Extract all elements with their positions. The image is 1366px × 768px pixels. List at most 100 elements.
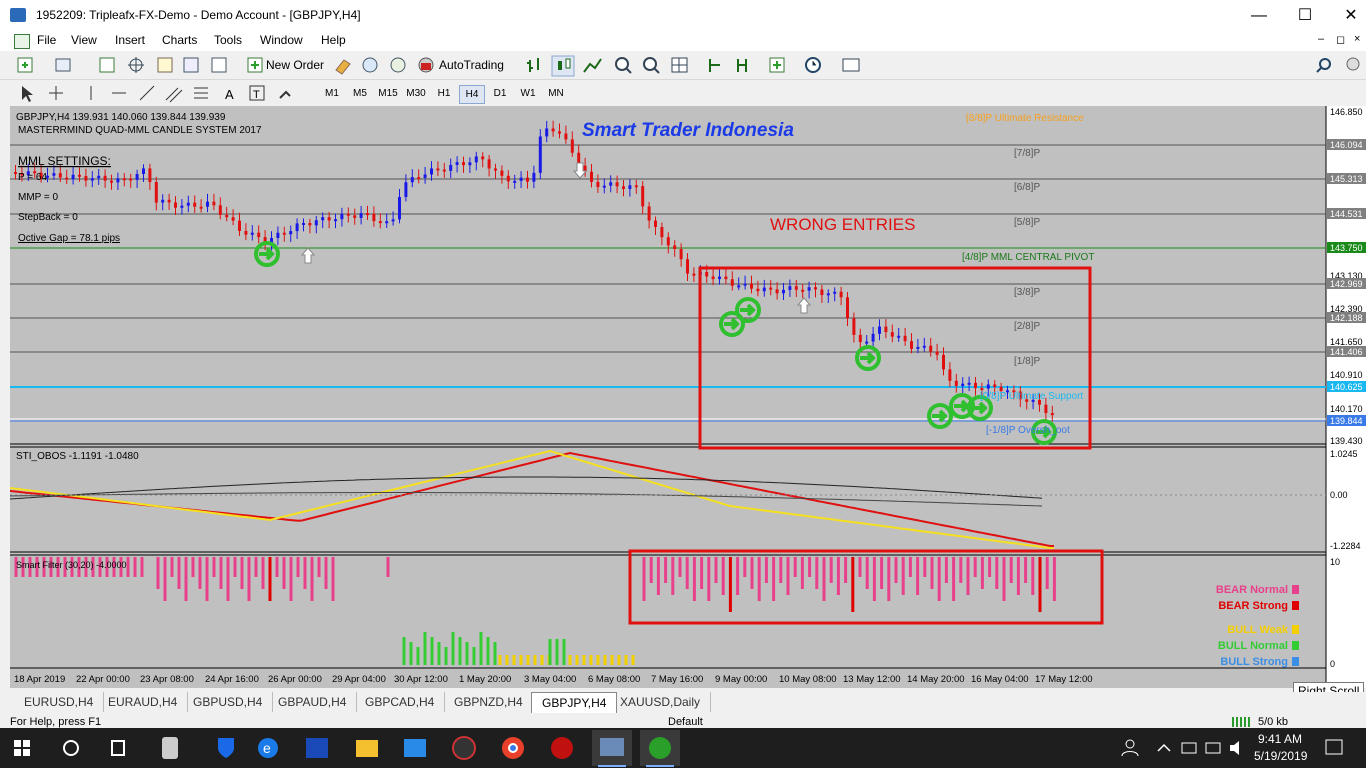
- zoom-in-icon[interactable]: [615, 57, 632, 74]
- crosshair-icon[interactable]: [128, 57, 144, 73]
- menu-tools[interactable]: Tools: [214, 33, 242, 47]
- setting-stepback: StepBack = 0: [18, 212, 78, 223]
- edge-browser-icon[interactable]: e: [258, 738, 278, 758]
- zoom-out-icon[interactable]: [643, 57, 660, 74]
- maximize-button[interactable]: ☐: [1282, 0, 1328, 31]
- signals-icon[interactable]: [362, 57, 378, 73]
- new-order-button[interactable]: New Order: [266, 57, 324, 73]
- candle-body: [711, 276, 715, 280]
- notification-icon[interactable]: [1325, 739, 1343, 755]
- channel-icon[interactable]: [165, 87, 183, 103]
- mdi-close-button[interactable]: ×: [1354, 33, 1360, 45]
- metaeditor-icon[interactable]: [335, 59, 351, 75]
- timeframe-w1[interactable]: W1: [516, 85, 540, 102]
- candle-body: [391, 219, 395, 222]
- search-icon[interactable]: [1316, 58, 1331, 73]
- text-label-icon[interactable]: T: [249, 85, 265, 101]
- templates-icon[interactable]: [842, 58, 860, 72]
- chrome-browser-icon[interactable]: [502, 737, 524, 759]
- chart-canvas[interactable]: GBPJPY,H4 139.931 140.060 139.844 139.93…: [9, 106, 1366, 688]
- mdi-minimize-button[interactable]: –: [1318, 33, 1324, 45]
- timeframe-m30[interactable]: M30: [404, 85, 428, 102]
- timeframe-m5[interactable]: M5: [348, 85, 372, 102]
- battery-icon[interactable]: [1205, 742, 1221, 754]
- cortana-search-icon[interactable]: [63, 740, 79, 756]
- app-icon-screen[interactable]: [404, 739, 426, 757]
- periods-icon[interactable]: [805, 57, 821, 73]
- indicators-icon[interactable]: [769, 57, 785, 73]
- close-button[interactable]: ✕: [1328, 0, 1366, 31]
- candle-body: [282, 232, 286, 235]
- terminal-icon[interactable]: [183, 57, 199, 73]
- auto-scroll-icon[interactable]: [737, 59, 747, 72]
- navigator-icon[interactable]: [157, 57, 173, 73]
- clock-time[interactable]: 9:41 AM: [1258, 732, 1302, 746]
- candle-body: [193, 202, 197, 207]
- people-icon[interactable]: [1121, 739, 1139, 757]
- menu-help[interactable]: Help: [321, 33, 346, 47]
- metatrader-active-icon[interactable]: [640, 730, 680, 766]
- app-icon-dark[interactable]: [452, 736, 476, 760]
- volume-icon[interactable]: [1230, 741, 1239, 755]
- crosshair-tool-icon[interactable]: [49, 86, 63, 100]
- tab-gbpaud[interactable]: GBPAUD,H4: [268, 692, 358, 712]
- autotrading-button[interactable]: AutoTrading: [439, 57, 504, 73]
- new-order-icon[interactable]: [247, 57, 263, 73]
- task-view-icon[interactable]: [111, 740, 125, 756]
- app-icon-red[interactable]: [551, 737, 573, 759]
- setting-octive: Octive Gap = 78.1 pips: [18, 233, 120, 244]
- menu-insert[interactable]: Insert: [115, 33, 145, 47]
- timeframe-h4[interactable]: H4: [459, 85, 485, 104]
- market-icon[interactable]: [390, 57, 406, 73]
- clock-date[interactable]: 5/19/2019: [1254, 749, 1307, 763]
- menu-window[interactable]: Window: [260, 33, 303, 47]
- new-chart-icon[interactable]: [17, 57, 33, 73]
- tester-icon[interactable]: [211, 57, 227, 73]
- tab-gbpusd[interactable]: GBPUSD,H4: [183, 692, 274, 712]
- tab-gbpnzd[interactable]: GBPNZD,H4: [444, 692, 534, 712]
- line-chart-icon[interactable]: [583, 58, 602, 73]
- app-icon-blue[interactable]: [306, 738, 328, 758]
- timeframe-m1[interactable]: M1: [320, 85, 344, 102]
- settings-title: MML SETTINGS:: [18, 154, 111, 168]
- chart-window[interactable]: GBPJPY,H4 139.931 140.060 139.844 139.93…: [9, 106, 1366, 688]
- arrows-icon[interactable]: [279, 90, 291, 99]
- chart-menu-icon[interactable]: [14, 34, 30, 49]
- minimize-button[interactable]: —: [1236, 0, 1282, 31]
- candle-body: [705, 271, 709, 277]
- tab-gbpjpy[interactable]: GBPJPY,H4: [531, 692, 618, 713]
- timeframe-d1[interactable]: D1: [488, 85, 512, 102]
- market-watch-icon[interactable]: [99, 57, 115, 73]
- windows-start-icon[interactable]: [14, 740, 30, 756]
- timeframe-h1[interactable]: H1: [432, 85, 456, 102]
- candle-body: [570, 139, 574, 153]
- media-app-icon[interactable]: [162, 737, 178, 759]
- cursor-icon[interactable]: [22, 86, 33, 102]
- autotrading-icon[interactable]: [418, 57, 434, 73]
- tile-windows-icon[interactable]: [671, 57, 688, 73]
- text-tool-icon[interactable]: A: [225, 87, 234, 102]
- menu-file[interactable]: File: [37, 33, 56, 47]
- tab-eurusd[interactable]: EURUSD,H4: [14, 692, 105, 712]
- timeframe-m15[interactable]: M15: [376, 85, 400, 102]
- bar-chart-icon[interactable]: [527, 58, 539, 72]
- tab-xauusd[interactable]: XAUUSD,Daily: [610, 692, 712, 712]
- network-icon[interactable]: [1181, 742, 1197, 754]
- fibonacci-icon[interactable]: [194, 87, 208, 99]
- security-app-icon[interactable]: [218, 738, 234, 758]
- candlestick-icon[interactable]: [551, 55, 575, 77]
- profiles-icon[interactable]: [55, 58, 71, 72]
- mdi-restore-button[interactable]: ◻: [1336, 33, 1345, 46]
- menu-view[interactable]: View: [71, 33, 97, 47]
- chevron-up-icon[interactable]: [1157, 743, 1171, 752]
- community-icon[interactable]: [1346, 57, 1360, 71]
- tab-gbpcad[interactable]: GBPCAD,H4: [355, 692, 446, 712]
- menu-charts[interactable]: Charts: [162, 33, 197, 47]
- tab-euraud[interactable]: EURAUD,H4: [98, 692, 189, 712]
- metatrader-taskbar-icon[interactable]: [600, 738, 624, 756]
- file-explorer-icon[interactable]: [356, 740, 378, 757]
- trendline-icon[interactable]: [139, 85, 155, 101]
- candle-body: [647, 206, 651, 221]
- timeframe-mn[interactable]: MN: [544, 85, 568, 102]
- chart-shift-icon[interactable]: [709, 59, 720, 72]
